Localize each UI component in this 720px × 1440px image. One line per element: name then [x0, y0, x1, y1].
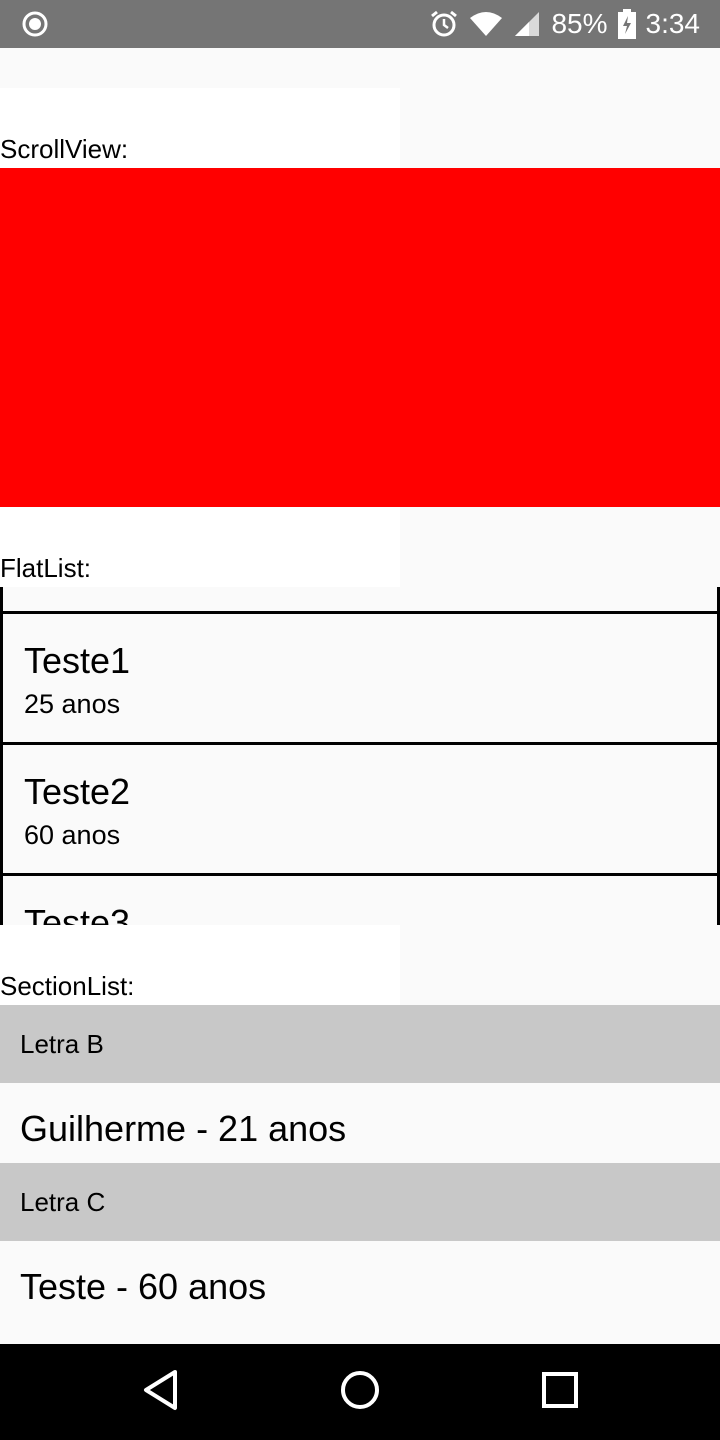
battery-text: 85% [551, 8, 608, 39]
back-button[interactable] [136, 1368, 184, 1416]
section-list-item[interactable]: Teste - 60 anos [0, 1241, 720, 1322]
alarm-icon [429, 9, 459, 39]
flatlist-item[interactable]: Teste3 [0, 873, 720, 925]
flatlist[interactable]: Teste1 25 anos Teste2 60 anos Teste3 [0, 587, 720, 925]
battery-charging-icon [617, 9, 636, 39]
scrollview-label: ScrollView: [0, 134, 129, 164]
flatlist-item-name: Teste2 [24, 771, 131, 812]
clock-text: 3:34 [645, 8, 701, 39]
sectionlist-label: SectionList: [0, 971, 135, 1001]
record-icon [22, 11, 48, 37]
flatlist-item-age: 25 anos [24, 689, 121, 719]
flatlist-label: FlatList: [0, 553, 92, 583]
scrollview-label-box: ScrollView: [0, 88, 400, 168]
signal-icon [513, 10, 541, 38]
flatlist-item[interactable] [0, 587, 720, 611]
section-list-item-text: Teste - 60 anos [20, 1266, 267, 1307]
section-header-title: Letra C [20, 1187, 106, 1217]
recents-button[interactable] [536, 1368, 584, 1416]
section-list-item[interactable]: Guilherme - 21 anos [0, 1083, 720, 1164]
section-header: Letra C [0, 1163, 720, 1241]
status-bar: 85% 3:34 [0, 0, 720, 48]
flatlist-item-name: Teste3 [24, 902, 131, 926]
navigation-bar [0, 1344, 720, 1440]
home-icon [339, 1369, 381, 1416]
recents-icon [541, 1371, 579, 1414]
scrollview-red-box[interactable] [0, 168, 720, 507]
sectionlist-label-box: SectionList: [0, 925, 400, 1005]
section-header-title: Letra B [20, 1029, 104, 1059]
flatlist-label-box: FlatList: [0, 507, 400, 587]
section-header: Letra B [0, 1005, 720, 1083]
home-button[interactable] [336, 1368, 384, 1416]
flatlist-item[interactable]: Teste1 25 anos [0, 611, 720, 742]
wifi-icon [469, 11, 503, 37]
flatlist-item-age: 60 anos [24, 820, 121, 850]
flatlist-item[interactable]: Teste2 60 anos [0, 742, 720, 873]
flatlist-item-name: Teste1 [24, 640, 131, 681]
back-icon [140, 1369, 180, 1416]
section-list-item-text: Guilherme - 21 anos [20, 1108, 347, 1149]
